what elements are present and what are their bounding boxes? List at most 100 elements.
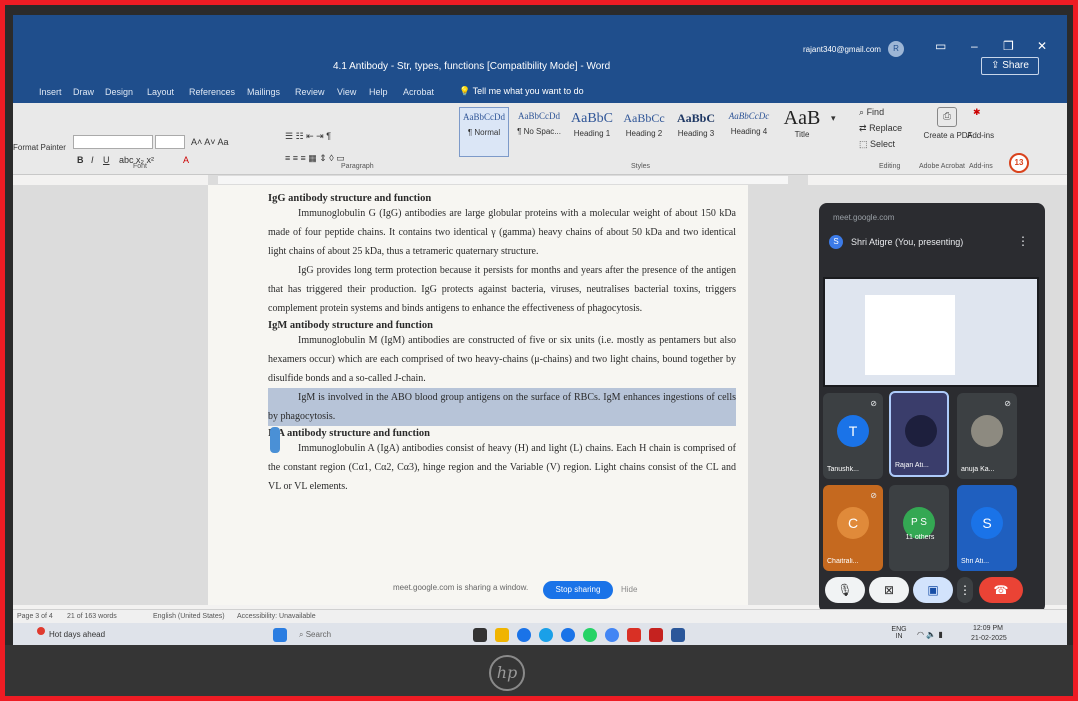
italic-icon[interactable]: I (91, 155, 94, 165)
close-icon[interactable]: ✕ (1037, 39, 1047, 53)
participant-avatar (905, 415, 937, 447)
find-button[interactable]: ⌕ Find (859, 107, 884, 118)
task-view-icon[interactable] (473, 628, 487, 642)
styles-more-icon[interactable]: ▾ (831, 113, 836, 124)
align-icons[interactable]: ≡ ≡ ≡ ▦ ⇕ ◊ ▭ (285, 153, 345, 164)
account-email[interactable]: rajant340@gmail.com (803, 45, 881, 54)
camera-toggle-button[interactable]: ⊠ (869, 577, 909, 603)
edge-icon[interactable] (539, 628, 553, 642)
style-normal[interactable]: AaBbCcDd ¶ Normal (459, 107, 509, 157)
adobe-group-label: Adobe Acrobat (919, 163, 965, 170)
chrome-profile-icon[interactable] (561, 628, 575, 642)
font-name-box[interactable] (73, 135, 153, 149)
styles-group-label: Styles (631, 163, 651, 170)
paragraph-group-label: Paragraph (341, 163, 374, 170)
chrome-icon[interactable] (517, 628, 531, 642)
tab-layout[interactable]: Layout (147, 87, 174, 97)
participant-name: Shri Ati... (961, 558, 990, 565)
start-icon[interactable] (273, 628, 287, 642)
margin-marker[interactable] (270, 427, 280, 453)
network-icon[interactable]: ◠ 🔈 ▮ (917, 630, 943, 639)
bold-icon[interactable]: B (77, 155, 84, 165)
tab-references[interactable]: References (189, 87, 235, 97)
font-color-icon[interactable]: A (183, 155, 189, 165)
style-sample: AaBbCcDc (728, 111, 770, 121)
input-language[interactable]: ENG IN (889, 626, 909, 640)
participant-tile[interactable]: ⊘ T Tanushk... (823, 393, 883, 479)
maximize-icon[interactable]: ❐ (1003, 39, 1014, 53)
camera-off-icon: ⊠ (883, 583, 895, 597)
clock-date[interactable]: 21-02-2025 (971, 635, 1007, 642)
tell-me-box[interactable]: 💡 Tell me what you want to do (459, 86, 584, 97)
style-heading-2[interactable]: AaBbCc Heading 2 (619, 107, 669, 157)
tab-insert[interactable]: Insert (39, 87, 62, 97)
tab-mailings[interactable]: Mailings (247, 87, 280, 97)
tab-acrobat[interactable]: Acrobat (403, 87, 434, 97)
ribbon-display-icon[interactable]: ▭ (935, 39, 946, 53)
tab-view[interactable]: View (337, 87, 356, 97)
horizontal-ruler[interactable] (208, 175, 808, 185)
style-no-spacing[interactable]: AaBbCcDd ¶ No Spac... (513, 107, 565, 157)
underline-icon[interactable]: U (103, 155, 110, 165)
style-title[interactable]: AaB Title (777, 107, 827, 157)
add-ins-button[interactable]: Add-ins (967, 131, 994, 140)
account-avatar[interactable]: R (888, 41, 904, 57)
meet-floating-panel[interactable]: meet.google.com S Shri Atigre (You, pres… (819, 203, 1045, 613)
meet-icon[interactable] (605, 628, 619, 642)
bullets-icon[interactable]: ☰ ☷ ⇤ ⇥ ¶ (285, 131, 331, 142)
presenter-avatar: S (829, 235, 843, 249)
tab-review[interactable]: Review (295, 87, 325, 97)
participant-tile-active[interactable]: Rajan Ati... (889, 391, 949, 477)
share-button[interactable]: ⇪ Share (981, 57, 1039, 75)
mic-off-icon: ⊘ (870, 491, 877, 500)
leave-call-button[interactable]: ☎ (979, 577, 1023, 603)
clock-time[interactable]: 12:09 PM (973, 625, 1003, 632)
language[interactable]: English (United States) (153, 613, 225, 620)
tab-draw[interactable]: Draw (73, 87, 94, 97)
accessibility-status[interactable]: Accessibility: Unavailable (237, 613, 316, 620)
font-group-label: Font (133, 163, 148, 170)
paragraph-igg-2: IgG provides long term protection becaus… (268, 265, 736, 314)
style-sample: AaBbCc (623, 111, 665, 125)
word-icon[interactable] (671, 628, 685, 642)
style-heading-1[interactable]: AaBbC Heading 1 (567, 107, 617, 157)
word-count[interactable]: 21 of 163 words (67, 613, 117, 620)
participant-tile[interactable]: ⊘ anuja Ka... (957, 393, 1017, 479)
page-count[interactable]: Page 3 of 4 (17, 613, 53, 620)
font-size-box[interactable] (155, 135, 185, 149)
more-controls-button[interactable]: ⋮ (957, 577, 973, 603)
present-icon: ▣ (927, 583, 939, 597)
mic-off-icon: 🎙 (837, 583, 853, 597)
grow-font-icon[interactable]: A˄ A˅ Aa (191, 137, 229, 147)
document-page[interactable]: IgG antibody structure and function Immu… (208, 185, 748, 605)
more-options-icon[interactable]: ⋮ (1017, 234, 1029, 248)
create-pdf-button[interactable]: Create a PDF (923, 131, 973, 140)
style-heading-3[interactable]: AaBbC Heading 3 (671, 107, 721, 157)
acrobat-icon[interactable] (627, 628, 641, 642)
weather-text[interactable]: Hot days ahead (49, 630, 105, 639)
style-heading-4[interactable]: AaBbCcDc Heading 4 (723, 107, 775, 157)
presenter-label: Shri Atigre (You, presenting) (851, 237, 964, 247)
select-button[interactable]: ⬚ Select (859, 139, 895, 150)
replace-button[interactable]: ⇄ Replace (859, 123, 902, 134)
powerpoint-icon[interactable] (649, 628, 663, 642)
present-button[interactable]: ▣ (913, 577, 953, 603)
participant-tile[interactable]: ⊘ C Chaitrali... (823, 485, 883, 571)
sharing-message: meet.google.com is sharing a window. (393, 583, 529, 592)
hide-button[interactable]: Hide (621, 585, 637, 594)
minimize-icon[interactable]: – (971, 39, 978, 53)
style-name: ¶ Normal (467, 128, 501, 137)
notification-badge[interactable]: 13 (1009, 153, 1029, 173)
stop-sharing-button[interactable]: Stop sharing (543, 581, 613, 599)
tab-help[interactable]: Help (369, 87, 388, 97)
mic-off-icon: ⊘ (1004, 399, 1011, 408)
file-explorer-icon[interactable] (495, 628, 509, 642)
mic-toggle-button[interactable]: 🎙 (825, 577, 865, 603)
whatsapp-icon[interactable] (583, 628, 597, 642)
others-tile[interactable]: P S 11 others (889, 485, 949, 571)
status-bar: Page 3 of 4 21 of 163 words English (Uni… (13, 609, 1067, 623)
tab-design[interactable]: Design (105, 87, 133, 97)
participant-tile[interactable]: S Shri Ati... (957, 485, 1017, 571)
taskbar-search[interactable]: ⌕ Search (299, 630, 331, 640)
format-painter-button[interactable]: Format Painter (13, 143, 66, 152)
